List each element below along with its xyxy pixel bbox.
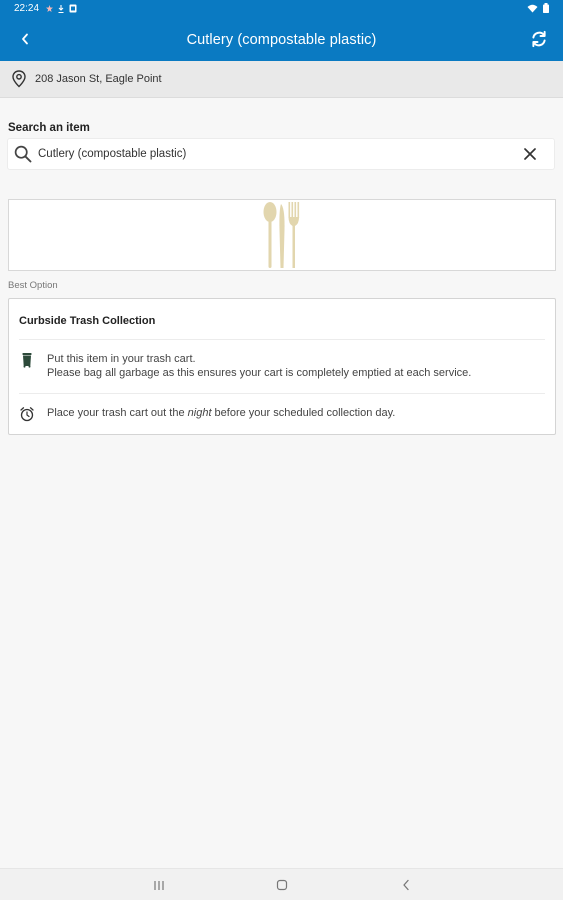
download-icon [58, 4, 64, 13]
item-image-box [8, 199, 556, 271]
battery-icon [543, 3, 549, 13]
status-time: 22:24 [14, 3, 40, 14]
recent-apps-button[interactable] [150, 877, 168, 893]
schedule-instruction-row: Place your trash cart out the night befo… [19, 406, 545, 422]
cutlery-image [263, 202, 300, 268]
refresh-icon [532, 30, 546, 48]
recent-apps-icon [154, 880, 164, 890]
status-icons-left [46, 4, 77, 13]
wifi-icon [527, 4, 538, 13]
back-button[interactable] [14, 28, 36, 50]
card-divider [19, 339, 545, 340]
schedule-prefix: Place your trash cart out the [47, 407, 188, 419]
disposal-instruction-row: Put this item in your trash cart. Please… [19, 352, 545, 380]
address-bar[interactable]: 208 Jason St, Eagle Point [0, 61, 563, 98]
chevron-left-icon [22, 33, 28, 45]
instruction-line-1: Put this item in your trash cart. [47, 353, 196, 365]
schedule-instruction: Place your trash cart out the night befo… [47, 406, 395, 422]
system-back-button[interactable] [397, 877, 415, 893]
search-label: Search an item [8, 122, 90, 134]
close-icon [524, 148, 536, 160]
schedule-suffix: before your scheduled collection day. [211, 407, 396, 419]
best-option-label: Best Option [8, 280, 58, 291]
alarm-clock-icon [20, 407, 34, 422]
instruction-line-2: Please bag all garbage as this ensures y… [47, 367, 472, 379]
card-divider [19, 393, 545, 394]
trash-cart-icon [22, 353, 32, 368]
notification-star-icon [46, 5, 53, 12]
back-nav-icon [403, 879, 409, 891]
card-title: Curbside Trash Collection [19, 315, 156, 327]
app-notification-icon [69, 4, 77, 13]
refresh-button[interactable] [527, 27, 551, 51]
status-icons-right [527, 3, 549, 13]
system-nav-bar [0, 868, 563, 900]
search-input[interactable] [38, 139, 521, 169]
best-option-card: Curbside Trash Collection Put this item … [8, 298, 556, 435]
address-text: 208 Jason St, Eagle Point [35, 73, 162, 85]
disposal-instructions: Put this item in your trash cart. Please… [47, 352, 471, 380]
search-box[interactable] [7, 138, 555, 170]
schedule-emphasis: night [187, 407, 212, 419]
page-title: Cutlery (compostable plastic) [186, 31, 377, 48]
location-pin-icon [12, 70, 26, 88]
home-button[interactable] [273, 877, 291, 893]
search-icon [14, 145, 32, 163]
app-screen: 22:24 Cutlery (compostable plastic) 208 … [0, 0, 563, 900]
status-bar: 22:24 [0, 0, 563, 18]
app-bar: Cutlery (compostable plastic) [0, 18, 563, 61]
header: 22:24 Cutlery (compostable plastic) [0, 0, 563, 61]
home-icon [276, 879, 288, 891]
clear-search-button[interactable] [521, 145, 539, 163]
